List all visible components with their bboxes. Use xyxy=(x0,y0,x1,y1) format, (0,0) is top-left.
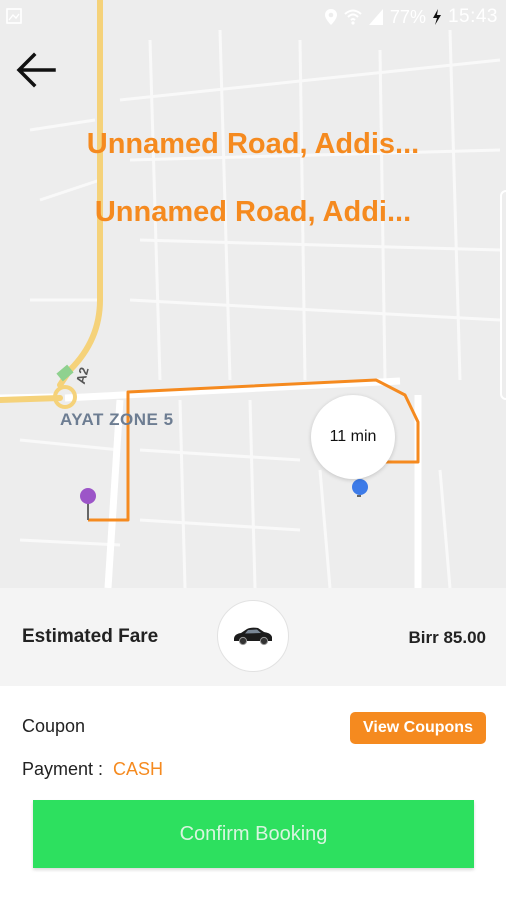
estimated-fare-label: Estimated Fare xyxy=(22,626,159,647)
booking-details: Coupon View Coupons Payment : CASH Confir… xyxy=(0,686,506,900)
fare-bar: Estimated Fare Birr 85.00 xyxy=(0,588,506,686)
fare-amount: Birr 85.00 xyxy=(408,628,487,647)
back-button[interactable] xyxy=(12,48,60,92)
map-view[interactable]: A2 AYAT ZONE 5 11 min Unnamed Road, Addi… xyxy=(0,0,506,588)
view-coupons-button[interactable]: View Coupons xyxy=(350,712,486,744)
confirm-booking-button[interactable]: Confirm Booking xyxy=(33,800,474,868)
eta-bubble: 11 min xyxy=(311,395,395,479)
dropoff-address[interactable]: Unnamed Road, Addi... xyxy=(0,196,506,229)
map-background xyxy=(0,0,501,588)
pickup-address[interactable]: Unnamed Road, Addis... xyxy=(0,128,506,161)
payment-method[interactable]: CASH xyxy=(113,759,163,779)
zone-label: AYAT ZONE 5 xyxy=(60,410,174,429)
payment-label: Payment : xyxy=(22,759,104,779)
wifi-icon xyxy=(344,9,362,25)
payment-row[interactable]: Payment : CASH xyxy=(22,759,163,780)
status-bar: 77% 15:43 xyxy=(0,0,506,34)
back-arrow-icon xyxy=(16,52,56,88)
vehicle-type-button[interactable] xyxy=(217,600,289,672)
pickup-pin-icon xyxy=(80,488,96,520)
battery-level: 77% xyxy=(389,6,426,27)
battery-charging-icon xyxy=(432,9,441,25)
car-icon xyxy=(234,627,272,646)
coupon-label: Coupon xyxy=(22,716,86,736)
location-icon xyxy=(324,9,337,25)
clock: 15:43 xyxy=(447,6,498,27)
side-drawer-handle[interactable] xyxy=(500,190,506,400)
gallery-icon xyxy=(6,8,22,24)
signal-icon xyxy=(368,9,383,25)
